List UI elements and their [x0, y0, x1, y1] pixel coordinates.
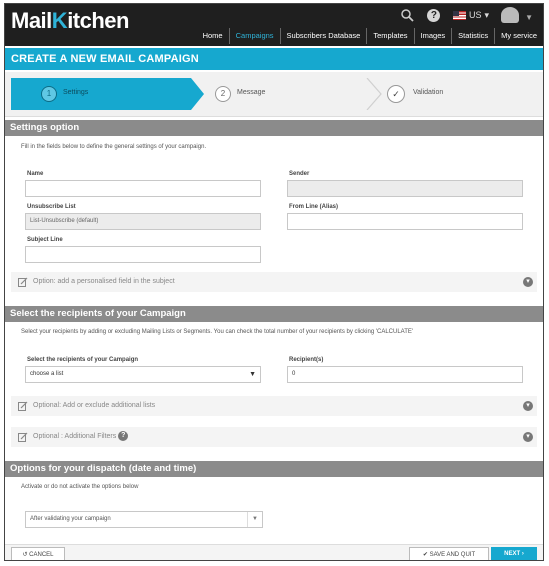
from-line-input[interactable]	[287, 213, 523, 230]
option-additional-filters[interactable]: Optional : Additional Filters ? ▾	[11, 427, 537, 447]
option-label: Optional : Additional Filters	[33, 433, 117, 440]
check-icon: ✔	[422, 552, 428, 558]
undo-icon: ↺	[22, 552, 28, 558]
step-message[interactable]: 2 Message	[205, 78, 375, 110]
page-title: CREATE A NEW EMAIL CAMPAIGN	[5, 48, 543, 70]
main-nav: Home Campaigns Subscribers Database Temp…	[197, 28, 543, 44]
chevron-right-icon: ›	[521, 551, 524, 557]
chevron-down-icon[interactable]: ▾	[523, 277, 533, 287]
recipients-intro: Select your recipients by adding or excl…	[21, 329, 414, 335]
help-icon[interactable]: ?	[118, 431, 129, 442]
nav-subscribers-database[interactable]: Subscribers Database	[279, 28, 367, 44]
option-personalised-field[interactable]: Option: add a personalised field in the …	[11, 272, 537, 292]
account-menu-chevron-icon[interactable]: ▼	[525, 13, 533, 22]
user-avatar[interactable]	[501, 7, 519, 23]
step-label: Settings	[63, 89, 89, 96]
check-icon: ✓	[387, 85, 405, 103]
top-icons: ? US ▾	[401, 7, 519, 23]
sender-input[interactable]	[287, 180, 523, 197]
wizard-steps: 1 Settings 2 Message ✓ Validation	[5, 72, 543, 117]
option-label: Optional: Add or exclude additional list…	[33, 402, 156, 409]
dispatch-intro: Activate or do not activate the options …	[21, 484, 139, 490]
edit-icon	[18, 277, 28, 287]
settings-intro: Fill in the fields below to define the g…	[21, 144, 207, 150]
nav-templates[interactable]: Templates	[366, 28, 413, 44]
option-additional-lists[interactable]: Optional: Add or exclude additional list…	[11, 396, 537, 416]
step-number: 2	[215, 86, 231, 102]
chevron-down-icon[interactable]: ▾	[523, 401, 533, 411]
option-label: Option: add a personalised field in the …	[33, 278, 175, 285]
edit-icon	[18, 432, 28, 442]
step-number: 1	[41, 86, 57, 102]
footer-bar: ↺ CANCEL ✔ SAVE AND QUIT NEXT ›	[5, 544, 543, 560]
step-label: Message	[237, 89, 266, 96]
recipients-select-label: Select the recipients of your Campaign	[27, 357, 139, 363]
edit-icon	[18, 401, 28, 411]
language-selector[interactable]: US ▾	[452, 9, 489, 21]
recipient-count-label: Recipient(s)	[289, 357, 324, 363]
nav-my-service[interactable]: My service	[494, 28, 543, 44]
top-header: MailKitchen ? US ▾ ▼ Home Campaigns Subs…	[5, 4, 543, 46]
nav-statistics[interactable]: Statistics	[451, 28, 494, 44]
recipient-count-input[interactable]: 0	[287, 366, 523, 383]
us-flag-icon	[452, 10, 466, 20]
step-label: Validation	[413, 89, 444, 96]
from-line-label: From Line (Alias)	[289, 204, 339, 210]
unsubscribe-list-label: Unsubscribe List	[27, 204, 76, 210]
recipients-list-select[interactable]: choose a list ▼	[25, 366, 261, 383]
subject-line-label: Subject Line	[27, 237, 63, 243]
cancel-button[interactable]: ↺ CANCEL	[11, 547, 65, 560]
section-header-recipients: Select the recipients of your Campaign	[5, 306, 543, 322]
step-validation[interactable]: ✓ Validation	[385, 78, 535, 110]
caret-down-icon: ▼	[247, 512, 262, 527]
mailkitchen-logo[interactable]: MailKitchen	[11, 8, 129, 34]
sender-label: Sender	[289, 171, 310, 177]
step-settings[interactable]: 1 Settings	[11, 78, 204, 110]
dispatch-option-select[interactable]: After validating your campaign ▼	[25, 511, 263, 528]
chevron-down-icon[interactable]: ▾	[523, 432, 533, 442]
help-icon[interactable]: ?	[427, 8, 441, 22]
name-input[interactable]	[25, 180, 261, 197]
nav-campaigns[interactable]: Campaigns	[228, 28, 280, 44]
name-label: Name	[27, 171, 44, 177]
nav-images[interactable]: Images	[413, 28, 452, 44]
save-and-quit-button[interactable]: ✔ SAVE AND QUIT	[409, 547, 489, 560]
section-header-settings: Settings option	[5, 120, 543, 136]
next-button[interactable]: NEXT ›	[491, 547, 537, 560]
subject-line-input[interactable]	[25, 246, 261, 263]
nav-home[interactable]: Home	[197, 28, 229, 44]
unsubscribe-list-input[interactable]: List-Unsubscribe (default)	[25, 213, 261, 230]
caret-down-icon: ▼	[249, 371, 256, 378]
section-header-dispatch: Options for your dispatch (date and time…	[5, 461, 543, 477]
chevron-down-icon: ▾	[484, 9, 489, 20]
notifications-icon[interactable]	[401, 8, 415, 22]
step-separator-icon	[366, 78, 382, 110]
app-frame: MailKitchen ? US ▾ ▼ Home Campaigns Subs…	[4, 3, 544, 561]
